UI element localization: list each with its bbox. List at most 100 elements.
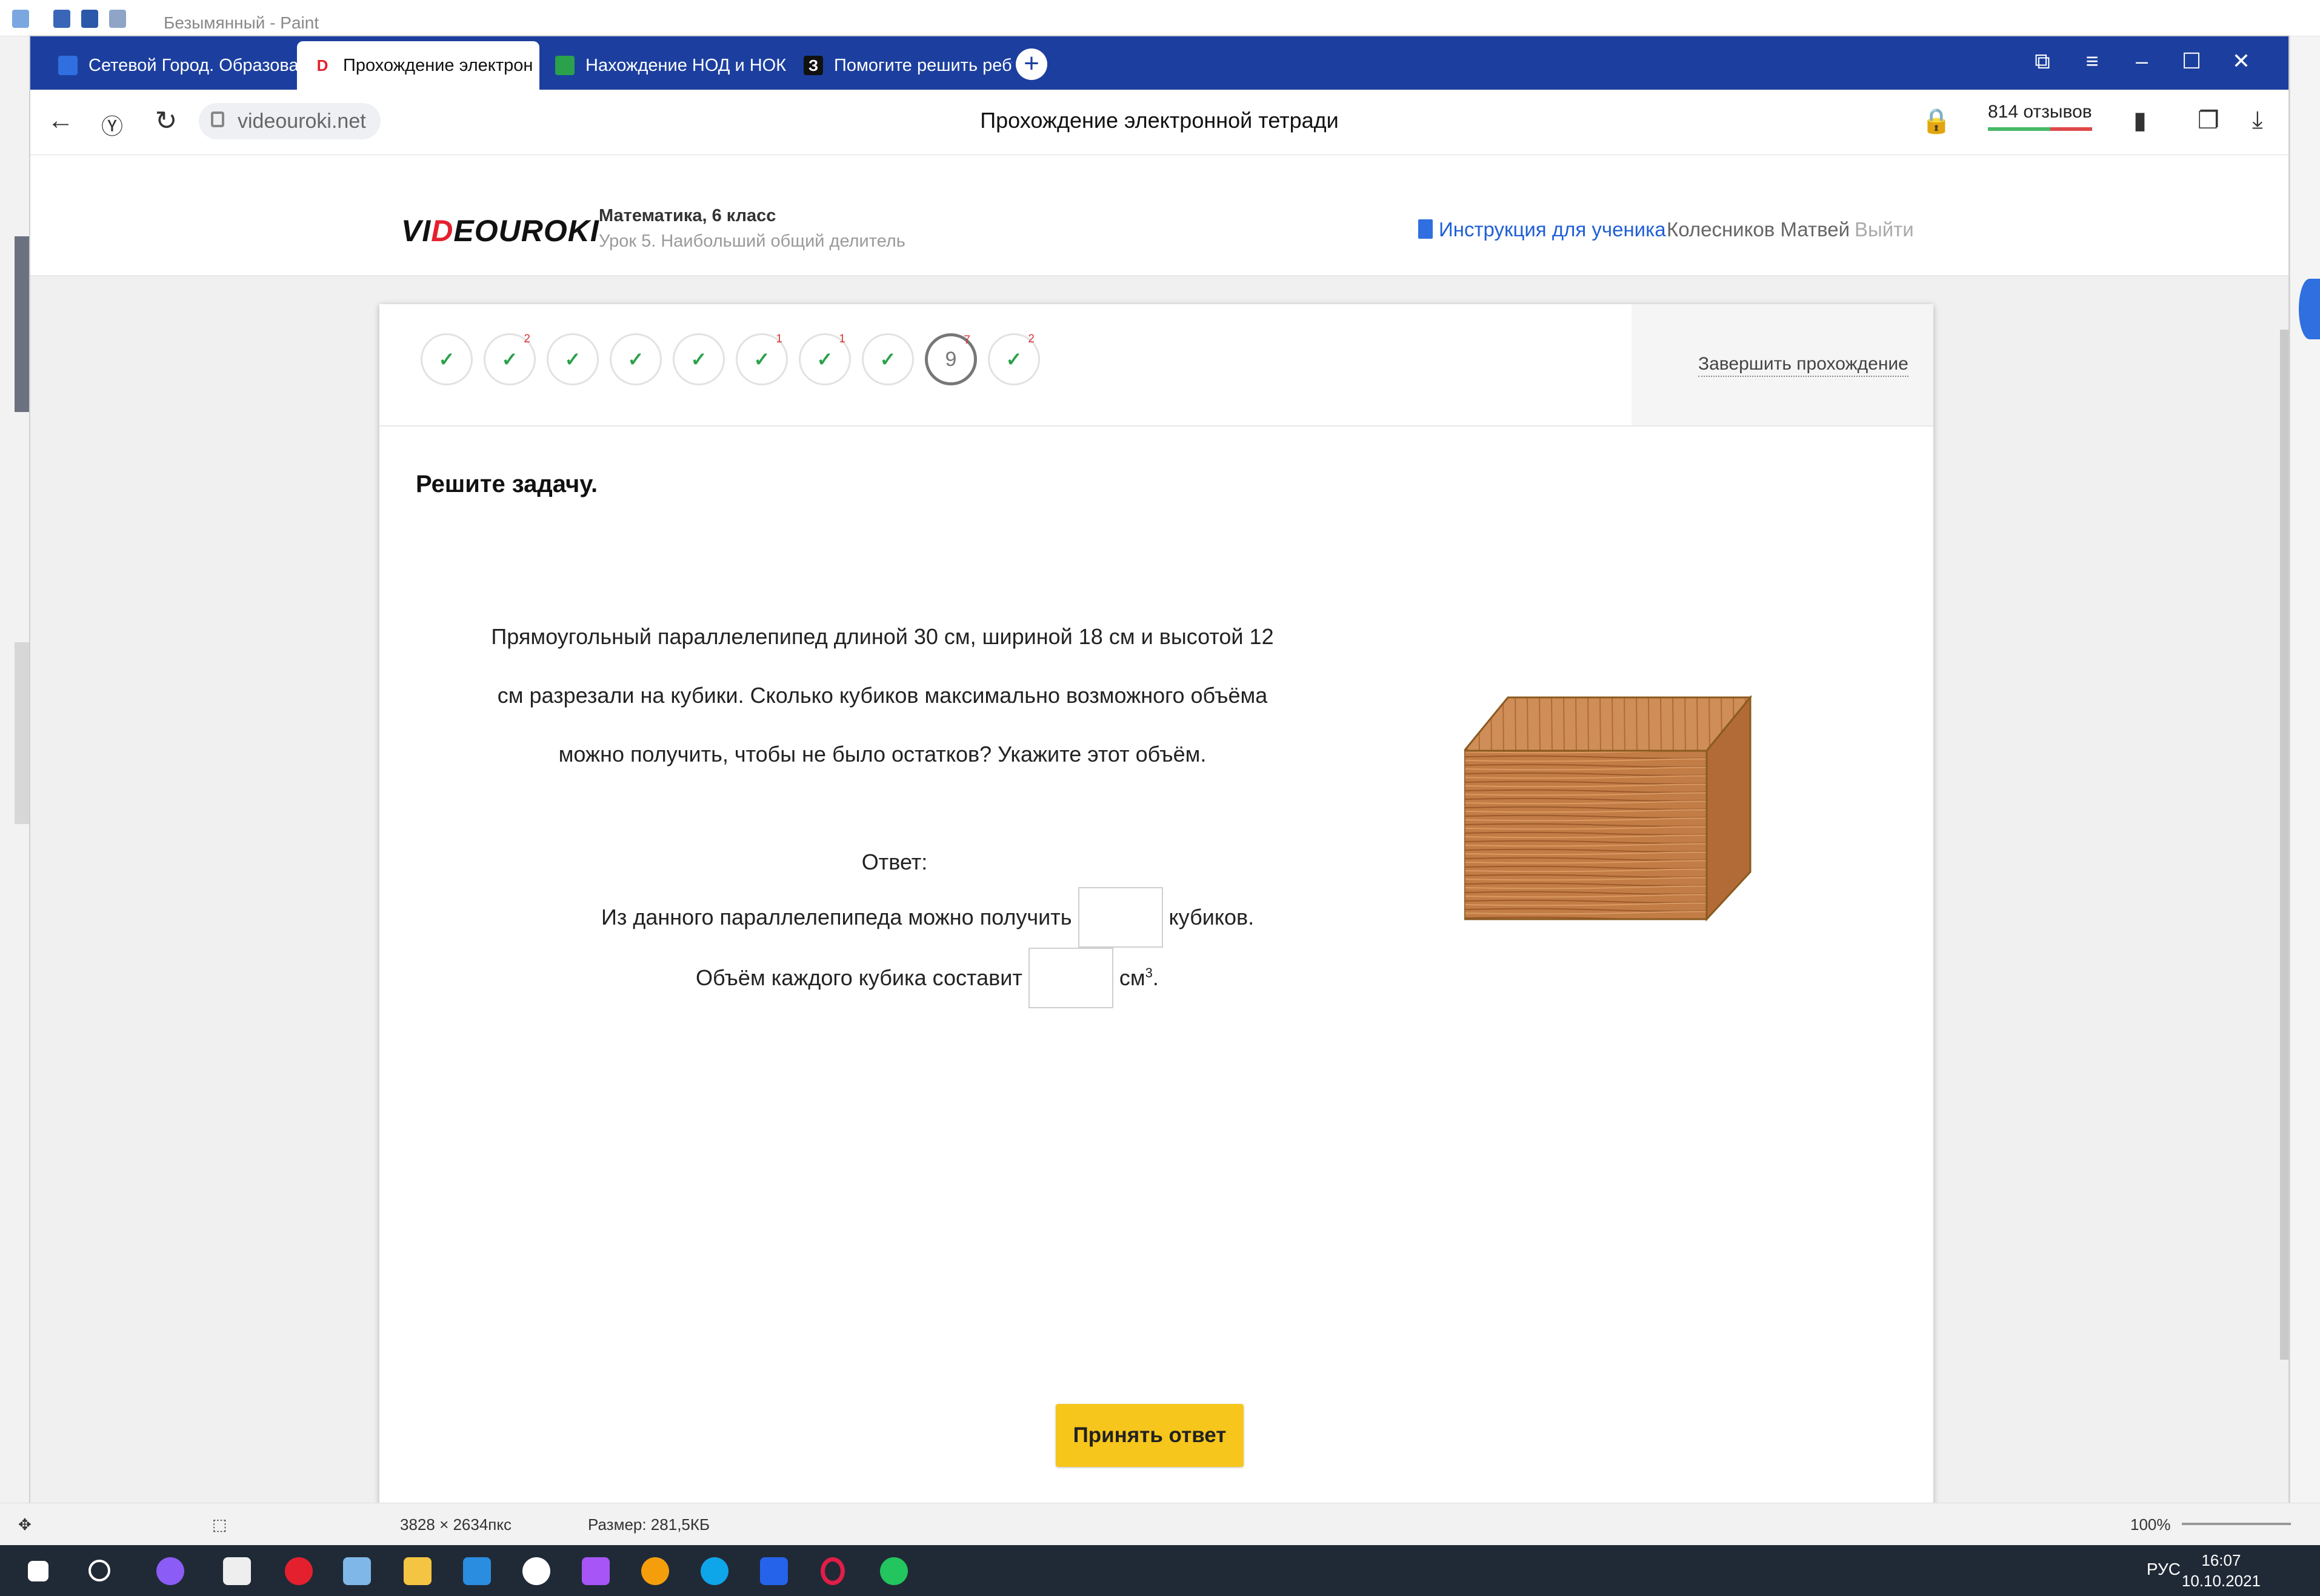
mail-icon[interactable]	[463, 1557, 491, 1585]
bookmark-icon[interactable]: ▮	[2133, 107, 2147, 135]
progress-step-7[interactable]: ✓ 1	[799, 333, 851, 385]
finish-link[interactable]: Завершить прохождение	[1698, 354, 1908, 377]
task-card: ✓ ✓ 2 ✓ ✓ ✓ ✓ 1 ✓ 1 ✓ 9 7 ✓ 2 Завершить прохождение Ре…	[379, 304, 1933, 1510]
progress-step-1[interactable]: ✓	[421, 333, 473, 385]
paint-canvas-left	[0, 36, 30, 1503]
download-icon[interactable]: ⤓	[2252, 107, 2263, 134]
paint-window-title: Безымянный - Paint	[164, 13, 319, 32]
language-indicator[interactable]: РУС	[2147, 1560, 2181, 1579]
paint-app-icon	[12, 10, 29, 28]
collections-icon[interactable]: ❐	[2198, 107, 2219, 135]
cube-volume-input[interactable]	[1028, 948, 1113, 1008]
tab-favicon	[58, 56, 78, 75]
logout-link[interactable]: Выйти	[1855, 218, 1914, 241]
step-attempts-badge: 1	[839, 333, 845, 345]
paint-left-block-2	[15, 642, 30, 824]
answer-line-count: Из данного параллелепипеда можно получит…	[601, 887, 1254, 948]
minimize-icon[interactable]: –	[2124, 48, 2160, 74]
progress-step-3[interactable]: ✓	[547, 333, 599, 385]
tab-label: Сетевой Город. Образова	[88, 55, 297, 75]
tab-label: Нахождение НОД и НОК	[585, 55, 787, 75]
opera-icon[interactable]	[821, 1557, 845, 1585]
paint-taskbar-icon[interactable]	[641, 1557, 669, 1585]
utorrent-icon[interactable]	[880, 1557, 908, 1585]
windows-taskbar: РУС 16:07 10.10.2021	[0, 1545, 2320, 1596]
videouroki-logo[interactable]: VIDEOUROKI	[401, 213, 599, 248]
windows-start-icon[interactable]	[28, 1561, 48, 1581]
selection-icon: ⬚	[212, 1515, 227, 1534]
file-size: Размер: 281,5КБ	[588, 1515, 710, 1534]
tab-label: Помогите решить ребус п	[834, 55, 1012, 75]
maximize-icon[interactable]: ☐	[2173, 48, 2210, 74]
progress-step-9[interactable]: 97	[925, 333, 977, 385]
step-attempts-badge: 7	[964, 334, 970, 347]
check-icon: ✓	[501, 348, 518, 370]
tab-label: Прохождение электрон	[343, 55, 533, 75]
paint-title-bar: Безымянный - Paint	[0, 0, 2320, 36]
progress-step-6[interactable]: ✓ 1	[736, 333, 788, 385]
answer-count-prefix: Из данного параллелепипеда можно получит…	[601, 905, 1072, 929]
address-bar: ← Ⓨ ↻ videouroki.net Прохождение электро…	[30, 90, 2288, 155]
check-icon: ✓	[690, 348, 707, 370]
check-icon: ✓	[753, 348, 770, 370]
new-tab-button[interactable]: +	[1016, 48, 1047, 80]
course-title: Математика, 6 класс	[599, 206, 776, 225]
tab-videouroki[interactable]: D Прохождение электрон ×	[297, 41, 539, 90]
progress-step-4[interactable]: ✓	[610, 333, 662, 385]
document-icon	[1418, 219, 1433, 239]
app-icon[interactable]	[582, 1557, 610, 1585]
check-icon: ✓	[879, 348, 896, 370]
file-explorer-icon[interactable]	[404, 1557, 432, 1585]
user-name[interactable]: Колесников Матвей	[1667, 218, 1850, 241]
zoom-level: 100%	[2130, 1515, 2171, 1534]
tab-favicon	[555, 56, 575, 75]
task-title: Решите задачу.	[416, 471, 598, 497]
scrollbar[interactable]	[2280, 330, 2288, 1360]
menu-icon[interactable]: ≡	[2074, 48, 2110, 74]
protect-icon[interactable]: 🔒	[1921, 107, 1952, 135]
progress-step-10[interactable]: ✓ 2	[988, 333, 1040, 385]
tab-favicon: З	[804, 56, 823, 75]
search-icon[interactable]	[88, 1560, 110, 1581]
redo-icon[interactable]	[109, 10, 126, 28]
notes-icon[interactable]	[343, 1557, 371, 1585]
instructions-link[interactable]: Инструкция для ученика	[1418, 218, 1666, 241]
paint-status-bar: ✥ ⬚ 3828 × 2634пкс Размер: 281,5КБ 100%	[0, 1503, 2320, 1545]
clock[interactable]: 16:07 10.10.2021	[2182, 1550, 2261, 1591]
close-window-icon[interactable]: ✕	[2223, 48, 2259, 74]
submit-answer-button[interactable]: Принять ответ	[1056, 1404, 1244, 1467]
step-attempts-badge: 2	[524, 333, 530, 345]
clock-time: 16:07	[2201, 1551, 2241, 1569]
tab-favicon: D	[316, 56, 328, 75]
word-icon[interactable]	[760, 1557, 788, 1585]
progress-step-8[interactable]: ✓	[862, 333, 914, 385]
content-area: ✓ ✓ 2 ✓ ✓ ✓ ✓ 1 ✓ 1 ✓ 9 7 ✓ 2 Завершить прохождение Ре…	[30, 276, 2288, 1510]
paint-right-badge	[2299, 279, 2320, 339]
yandex-icon[interactable]	[522, 1557, 550, 1585]
volume-unit: см3.	[1119, 965, 1159, 990]
store-icon[interactable]	[223, 1557, 251, 1585]
browser-window: Сетевой Город. Образова D Прохождение эл…	[30, 36, 2288, 1510]
answer-label: Ответ:	[861, 850, 928, 874]
progress-step-5[interactable]: ✓	[673, 333, 725, 385]
site-header: VIDEOUROKI Математика, 6 класс Урок 5. Н…	[30, 155, 2288, 276]
save-icon[interactable]	[53, 10, 70, 28]
tabs-menu-icon[interactable]: ⧉	[2024, 48, 2061, 75]
undo-icon[interactable]	[81, 10, 98, 28]
lesson-title: Урок 5. Наибольший общий делитель	[599, 231, 905, 251]
progress-step-2[interactable]: ✓ 2	[484, 333, 536, 385]
zoom-slider[interactable]	[2182, 1523, 2291, 1525]
answer-count-suffix: кубиков.	[1168, 905, 1255, 929]
wooden-box-image	[1464, 695, 1753, 922]
check-icon: ✓	[564, 348, 581, 370]
image-size: 3828 × 2634пкс	[400, 1515, 512, 1534]
tab-network-city[interactable]: Сетевой Город. Образова	[42, 41, 297, 90]
edge-icon[interactable]	[701, 1557, 728, 1585]
cube-count-input[interactable]	[1078, 887, 1163, 948]
tab-rebus[interactable]: З Помогите решить ребус п	[788, 41, 1012, 90]
reviews-button[interactable]: 814 отзывов	[1988, 102, 2092, 131]
tab-nod-nok[interactable]: Нахождение НОД и НОК	[539, 41, 788, 90]
alice-icon[interactable]	[156, 1557, 184, 1585]
yandex-browser-icon[interactable]	[285, 1557, 313, 1585]
check-icon: ✓	[1005, 348, 1022, 370]
